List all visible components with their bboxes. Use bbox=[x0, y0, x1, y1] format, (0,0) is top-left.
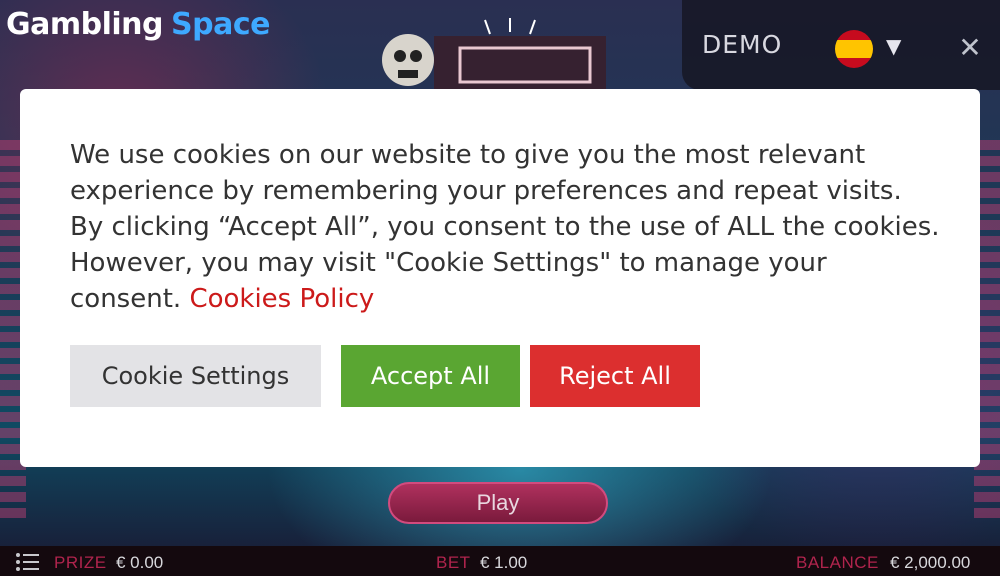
prize-label: PRIZE bbox=[54, 553, 107, 572]
bet-value: € 1.00 bbox=[480, 553, 528, 572]
reject-all-button[interactable]: Reject All bbox=[530, 345, 700, 407]
site-logo[interactable]: Gambling Space bbox=[6, 4, 270, 44]
demo-mode-label: DEMO bbox=[702, 30, 783, 59]
spain-flag-icon[interactable] bbox=[835, 30, 873, 68]
play-button[interactable]: Play bbox=[388, 482, 608, 524]
cookie-message: We use cookies on our website to give yo… bbox=[70, 137, 940, 317]
game-logo-image bbox=[382, 18, 606, 94]
cookie-settings-button[interactable]: Cookie Settings bbox=[70, 345, 321, 407]
menu-icon[interactable] bbox=[15, 552, 39, 572]
cookies-policy-link[interactable]: Cookies Policy bbox=[189, 284, 374, 314]
close-icon[interactable]: ✕ bbox=[956, 34, 984, 62]
brand-word-1: Gambling bbox=[6, 6, 164, 42]
accept-all-button[interactable]: Accept All bbox=[341, 345, 520, 407]
balance-label: BALANCE bbox=[796, 553, 879, 572]
bet-label: BET bbox=[436, 553, 471, 572]
caret-down-icon[interactable]: ▼ bbox=[886, 34, 901, 58]
cookie-consent-dialog: We use cookies on our website to give yo… bbox=[20, 89, 980, 467]
prize-value: € 0.00 bbox=[116, 553, 164, 572]
brand-word-2: Space bbox=[171, 6, 270, 42]
balance-value: € 2,000.00 bbox=[890, 553, 971, 572]
